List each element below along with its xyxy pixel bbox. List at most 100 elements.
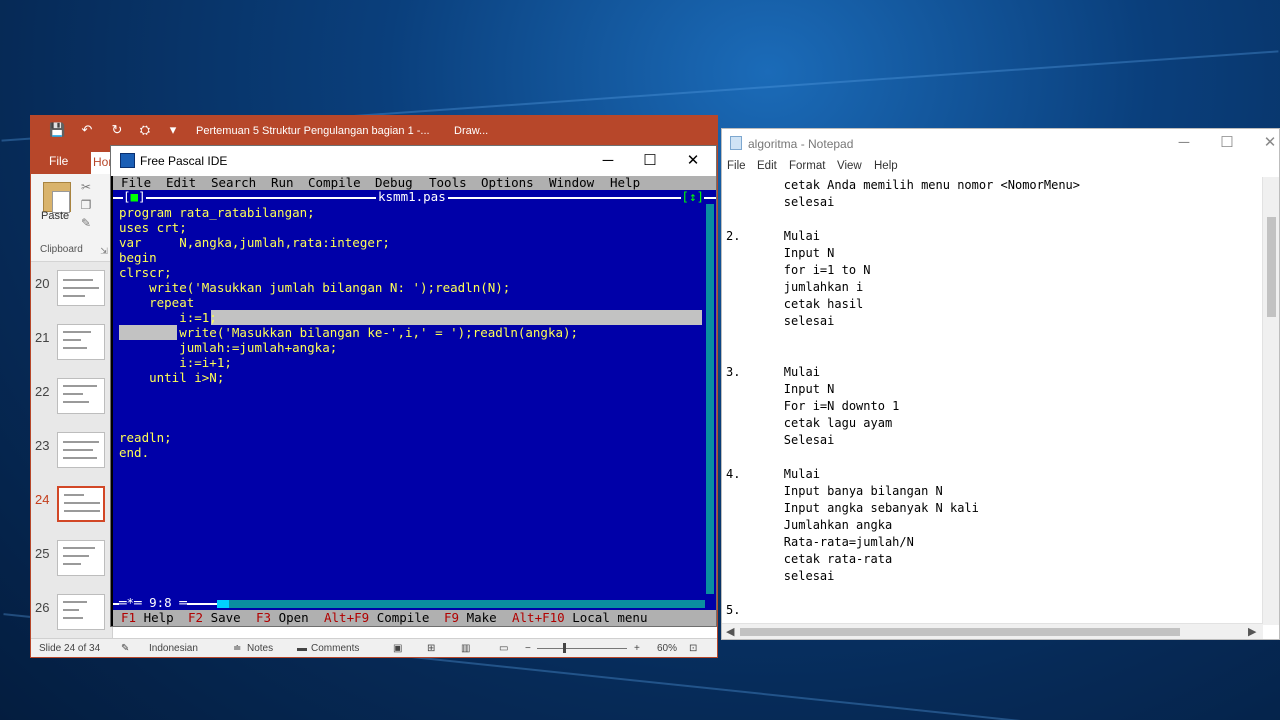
free-pascal-window[interactable]: Free Pascal IDE ─ ☐ ✕ File Edit Search R… [110,145,717,627]
notepad-vertical-scrollbar[interactable] [1262,177,1279,625]
redo-icon[interactable]: ↻ [109,122,125,138]
fkey-local-menu[interactable]: Alt+F10 Local menu [512,610,647,626]
code-line[interactable]: i:=i+1; [119,355,232,370]
menu-tools[interactable]: Tools [429,176,467,190]
code-line[interactable]: uses crt; [119,220,187,235]
fkey-compile[interactable]: Alt+F9 Compile [324,610,429,626]
customize-qat-icon[interactable]: ▾ [165,122,181,138]
slide-preview[interactable] [57,324,105,360]
menu-options[interactable]: Options [481,176,534,190]
slide-thumbnail[interactable]: 20 [31,270,112,316]
menu-edit[interactable]: Edit [757,160,777,172]
notes-icon[interactable]: ≐ [233,643,241,654]
zoom-slider-thumb[interactable] [563,643,566,653]
powerpoint-titlebar: 💾 ↶ ↻ ⛭ ▾ Pertemuan 5 Struktur Pengulang… [31,116,717,146]
editor-close-box[interactable]: [■] [123,190,146,204]
slide-preview[interactable] [57,378,105,414]
menu-edit[interactable]: Edit [166,176,196,190]
slide-thumbnail[interactable]: 25 [31,540,112,586]
minimize-icon[interactable]: ─ [598,151,618,171]
dialog-launcher-icon[interactable]: ⇲ [97,244,111,258]
paste-button-label[interactable]: Paste [41,210,69,222]
slide-preview[interactable] [57,486,105,522]
code-editor[interactable]: [■] ksmm1.pas [↕] program rata_ratabilan… [113,190,716,610]
zoom-level[interactable]: 60% [657,643,677,654]
maximize-icon[interactable]: ☐ [1217,133,1237,153]
slide-preview[interactable] [57,594,105,630]
notepad-window[interactable]: algoritma - Notepad ─ ☐ ✕ File Edit Form… [721,128,1280,640]
close-icon[interactable]: ✕ [1260,133,1280,153]
notepad-text-area[interactable]: cetak Anda memilih menu nomor <NomorMenu… [722,177,1263,625]
code-line[interactable]: begin [119,250,157,265]
menu-window[interactable]: Window [549,176,594,190]
zoom-slider[interactable] [537,648,627,649]
editor-zoom-box[interactable]: [↕] [681,190,704,204]
slide-preview[interactable] [57,270,105,306]
code-line[interactable]: end. [119,445,149,460]
menu-compile[interactable]: Compile [308,176,361,190]
slide-thumbnail-pane[interactable]: 20 21 22 23 24 25 26 [31,262,113,640]
scroll-left-icon[interactable]: ◀ [726,625,734,638]
menu-file[interactable]: File [121,176,151,190]
undo-icon[interactable]: ↶ [79,122,95,138]
minimize-icon[interactable]: ─ [1174,133,1194,153]
fkey-help[interactable]: F1 Help [121,610,174,626]
paste-icon[interactable] [43,182,71,213]
code-line[interactable]: repeat [119,295,194,310]
slide-thumbnail-active[interactable]: 24 [31,486,112,532]
scroll-thumb[interactable] [1267,217,1276,317]
slide-sorter-icon[interactable]: ⊞ [427,643,435,654]
menu-file[interactable]: File [727,160,746,172]
fkey-save[interactable]: F2 Save [188,610,241,626]
tab-file[interactable]: File [49,154,68,168]
text-line: Selesai [726,433,835,447]
code-line[interactable]: write('Masukkan bilangan ke-',i,' = ');r… [119,325,578,340]
code-line[interactable]: until i>N; [119,370,224,385]
code-line[interactable]: readln; [119,430,172,445]
drawing-tools-tab[interactable]: Draw... [454,125,488,137]
format-painter-icon[interactable]: ✎ [79,216,93,230]
slide-thumbnail[interactable]: 22 [31,378,112,424]
menu-search[interactable]: Search [211,176,256,190]
code-line[interactable]: i:=1; [119,310,217,325]
scroll-thumb[interactable] [217,600,229,608]
cut-icon[interactable]: ✂ [79,180,93,194]
reading-view-icon[interactable]: ▥ [461,643,470,654]
code-line[interactable]: jumlah:=jumlah+angka; [119,340,337,355]
present-icon[interactable]: ⛭ [137,122,153,138]
code-line[interactable]: write('Masukkan jumlah bilangan N: ');re… [119,280,510,295]
fkey-make[interactable]: F9 Make [444,610,497,626]
zoom-in-icon[interactable]: + [634,643,640,654]
comments-button[interactable]: Comments [311,643,359,654]
menu-help[interactable]: Help [610,176,640,190]
notepad-horizontal-scrollbar[interactable]: ◀ ▶ [722,623,1263,639]
close-icon[interactable]: ✕ [683,151,703,171]
slide-thumbnail[interactable]: 23 [31,432,112,478]
slide-thumbnail[interactable]: 21 [31,324,112,370]
normal-view-icon[interactable]: ▣ [393,643,402,654]
fit-slide-icon[interactable]: ⊡ [689,643,697,654]
notes-button[interactable]: Notes [247,643,273,654]
editor-vertical-scrollbar[interactable] [706,204,714,594]
editor-horizontal-scrollbar[interactable] [217,600,705,608]
slideshow-icon[interactable]: ▭ [499,643,508,654]
slide-thumbnail[interactable]: 26 [31,594,112,640]
menu-help[interactable]: Help [874,160,898,172]
zoom-out-icon[interactable]: − [525,643,531,654]
scroll-thumb[interactable] [740,628,1180,636]
comments-icon[interactable]: ▬ [297,643,307,654]
code-line[interactable]: clrscr; [119,265,172,280]
fkey-open[interactable]: F3 Open [256,610,309,626]
code-line[interactable]: var N,angka,jumlah,rata:integer; [119,235,390,250]
maximize-icon[interactable]: ☐ [640,151,660,171]
menu-view[interactable]: View [837,160,862,172]
scroll-right-icon[interactable]: ▶ [1248,625,1256,638]
copy-icon[interactable]: ❐ [79,198,93,212]
save-icon[interactable]: 💾 [49,122,65,138]
slide-preview[interactable] [57,432,105,468]
menu-debug[interactable]: Debug [375,176,413,190]
menu-run[interactable]: Run [271,176,294,190]
code-line[interactable]: program rata_ratabilangan; [119,205,315,220]
menu-format[interactable]: Format [789,160,825,172]
slide-preview[interactable] [57,540,105,576]
